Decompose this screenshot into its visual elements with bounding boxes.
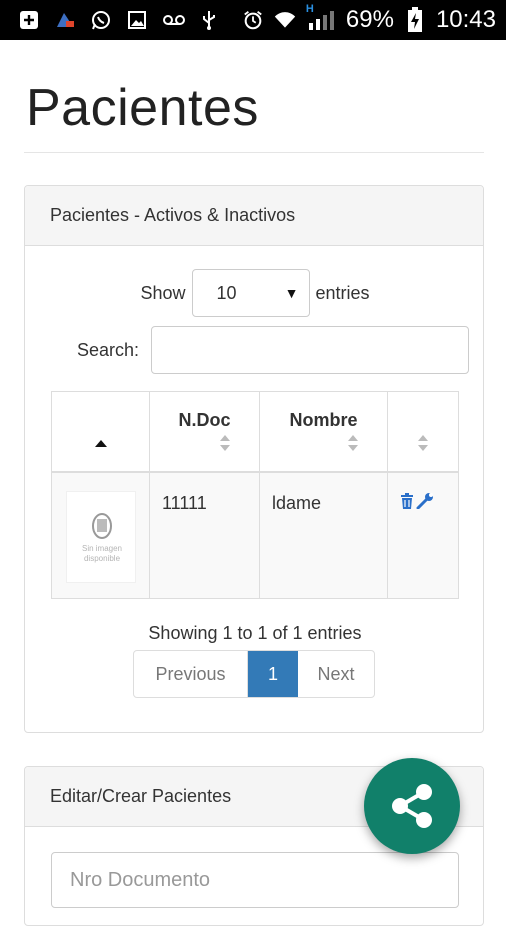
no-image-caption: Sin imagen disponible [81,544,123,563]
voicemail-icon [162,9,185,31]
column-header-photo[interactable] [52,392,150,471]
wifi-icon [274,9,296,31]
column-header-nombre[interactable]: Nombre [260,392,388,471]
nombre-cell: ldame [260,473,388,598]
add-box-icon [18,9,40,31]
column-header-label: N.Doc [178,410,231,430]
search-label: Search: [77,340,140,360]
page-length-value: 10 [216,282,237,303]
next-page-button[interactable]: Next [298,651,374,697]
table-header-row: N.Doc Nombre [52,392,458,473]
whatsapp-icon [90,9,112,31]
search-control: Search: [25,326,485,374]
no-image-icon [92,513,112,539]
title-divider [24,152,484,153]
show-label: Show [140,282,186,303]
column-header-label: Nombre [289,410,358,430]
previous-page-button[interactable]: Previous [134,651,248,697]
delete-icon[interactable] [400,493,414,514]
entries-label: entries [315,282,370,303]
ndoc-cell: 11111 [150,473,260,598]
nro-documento-placeholder: Nro Documento [70,868,211,891]
table-row[interactable]: Sin imagen disponible 11111 ldame [52,473,458,598]
alarm-icon [242,9,264,31]
patients-table: N.Doc Nombre Sin imagen disponible 11111… [51,391,459,599]
usb-icon [198,9,220,31]
battery-charging-icon [404,7,426,32]
sort-ascending-icon [94,440,107,447]
sort-icon [220,435,230,451]
battery-percentage: 69% [345,6,394,33]
dropdown-arrow-icon: ▼ [284,285,299,301]
search-input[interactable] [151,326,469,374]
photo-cell: Sin imagen disponible [52,473,150,598]
sort-icon [348,435,358,451]
share-button[interactable] [364,758,460,854]
clock: 10:43 [435,6,496,33]
signal-icon: H [306,3,336,31]
actions-cell [388,473,458,598]
page-length-control: Show 10 ▼ entries [25,269,485,317]
pagination: Previous 1 Next [133,650,375,698]
current-page-button[interactable]: 1 [248,651,298,697]
page-title: Pacientes [26,79,259,137]
status-bar: H 69% 10:43 [0,0,506,40]
column-header-ndoc[interactable]: N.Doc [150,392,260,471]
sort-icon [418,435,428,451]
nombre-value: ldame [272,493,322,513]
share-icon [392,784,432,828]
image-icon [126,9,148,31]
patient-photo-placeholder: Sin imagen disponible [66,491,136,583]
wrench-icon[interactable] [416,493,434,514]
column-header-actions[interactable] [388,392,458,471]
ndoc-value: 11111 [162,493,207,513]
page-length-select[interactable]: 10 ▼ [191,269,310,317]
cleaner-app-icon [54,9,76,31]
patients-list-panel: Pacientes - Activos & Inactivos Show 10 … [24,185,484,733]
panel-heading: Pacientes - Activos & Inactivos [25,186,483,246]
network-type-label: H [305,3,314,15]
table-info: Showing 1 to 1 of 1 entries [148,623,362,643]
